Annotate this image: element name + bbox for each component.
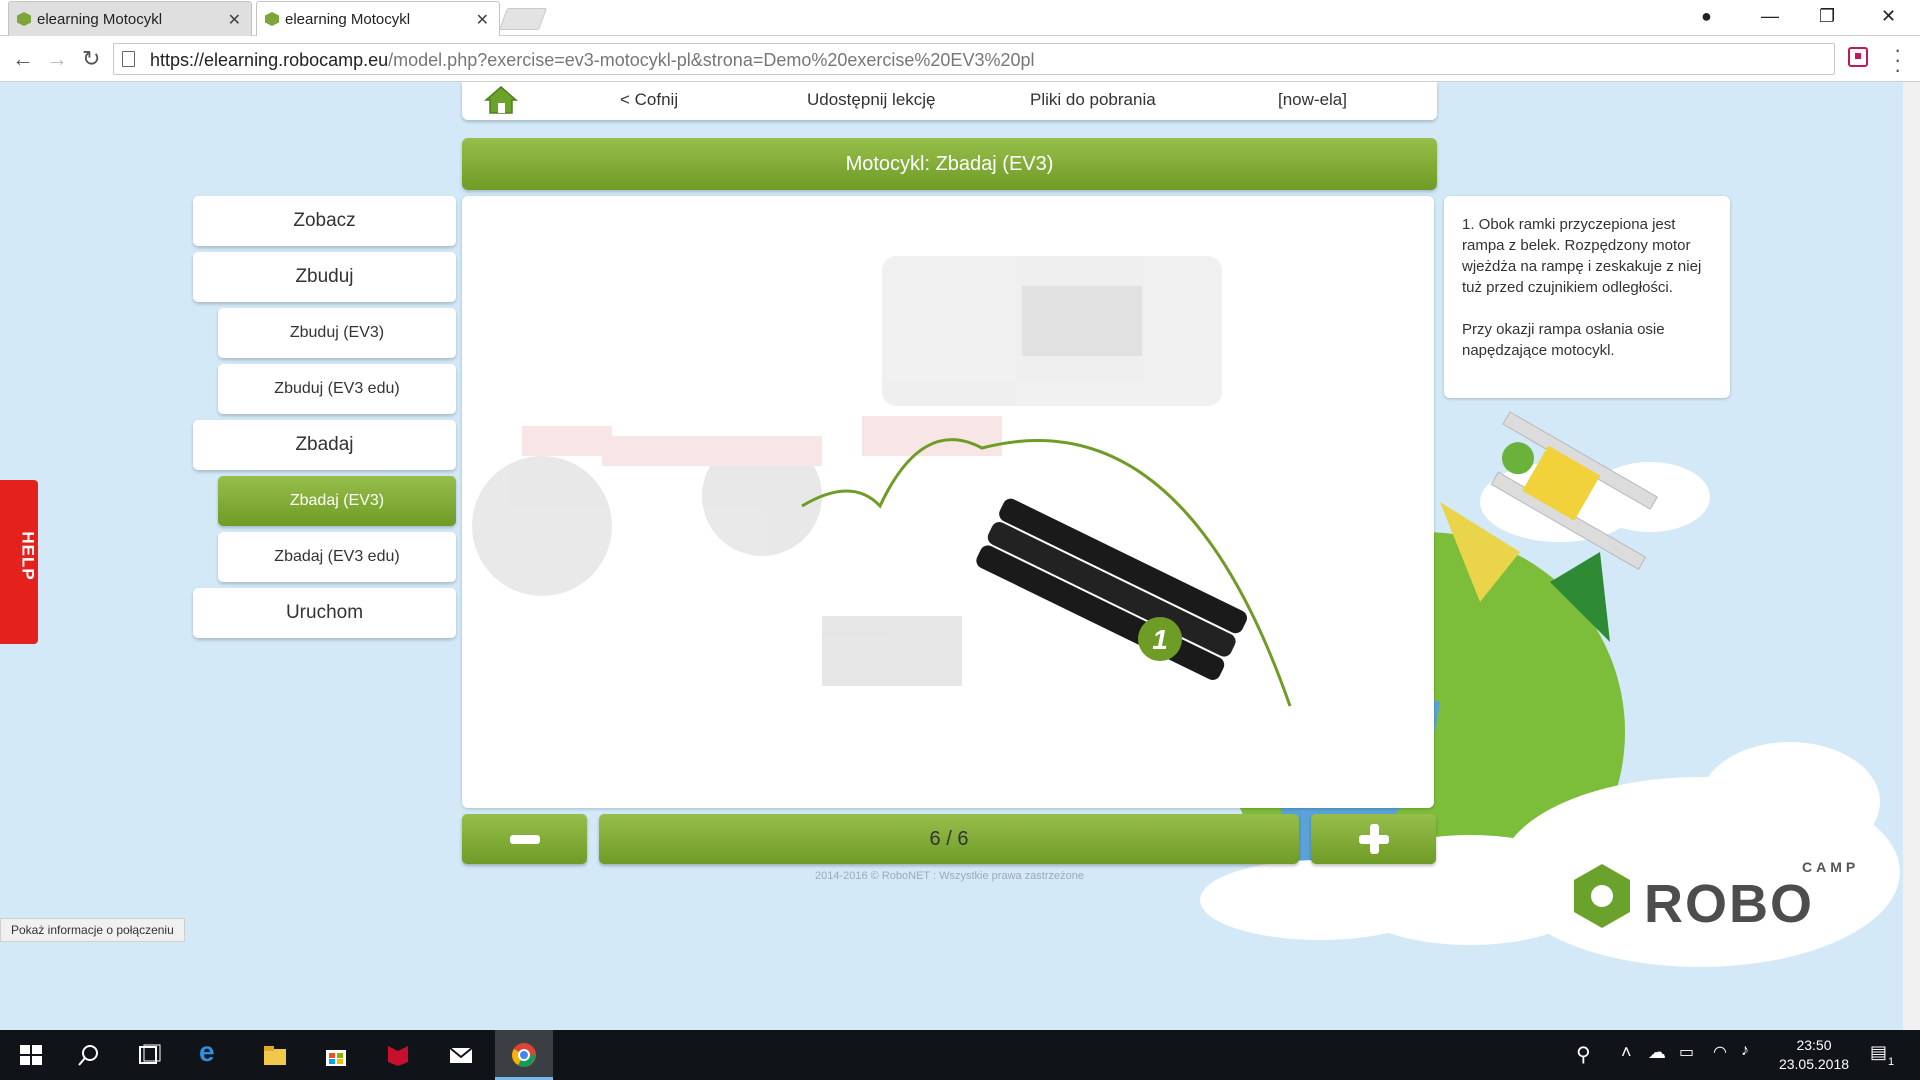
model-viewer[interactable]: 1 bbox=[462, 196, 1434, 808]
minimize-icon[interactable]: — bbox=[1761, 6, 1779, 27]
next-step-button[interactable] bbox=[1311, 814, 1436, 864]
sidebar-item[interactable]: Zbadaj (EV3 edu) bbox=[218, 532, 456, 582]
description-paragraph: 1. Obok ramki przyczepiona jest rampa z … bbox=[1462, 216, 1702, 296]
browser-menu-icon[interactable]: · · · bbox=[1894, 39, 1901, 81]
new-tab-button[interactable] bbox=[498, 8, 548, 30]
restore-icon[interactable]: ❐ bbox=[1819, 6, 1835, 27]
profile-icon[interactable]: ● bbox=[1701, 6, 1712, 27]
sidebar-item[interactable]: Zbadaj bbox=[193, 420, 456, 470]
edge-icon[interactable]: e bbox=[199, 1036, 225, 1067]
sidebar-item[interactable]: Zbuduj (EV3) bbox=[218, 308, 456, 358]
task-view-icon[interactable] bbox=[137, 1042, 163, 1068]
close-window-icon[interactable]: ✕ bbox=[1881, 6, 1896, 27]
forward-arrow-icon[interactable]: → bbox=[46, 46, 68, 72]
battery-icon[interactable]: ▭ bbox=[1679, 1042, 1705, 1068]
logo-camp-text: CAMP bbox=[1802, 859, 1859, 875]
sidebar-item[interactable]: Zobacz bbox=[193, 196, 456, 246]
share-lesson-link[interactable]: Udostępnij lekcję bbox=[807, 90, 936, 110]
robocamp-favicon-icon bbox=[265, 12, 279, 26]
tab-bar: elearning Motocykl ✕ elearning Motocykl … bbox=[0, 0, 1920, 36]
downloads-link[interactable]: Pliki do pobrania bbox=[1030, 90, 1156, 110]
description-paragraph: Przy okazji rampa osłania osie napędzają… bbox=[1462, 321, 1665, 359]
minus-icon bbox=[509, 834, 540, 844]
copyright-text: 2014-2016 © RoboNET : Wszystkie prawa za… bbox=[815, 870, 1084, 882]
callout-number: 1 bbox=[1152, 624, 1168, 655]
search-icon[interactable] bbox=[76, 1042, 102, 1068]
plus-icon bbox=[1358, 824, 1389, 854]
windows-taskbar: e ⚲ ˄ ☁ ▭ ◠ ♪ 23:50 23.05.2018 ▤ 1 bbox=[0, 1030, 1920, 1080]
home-icon[interactable] bbox=[484, 85, 518, 115]
help-label: HELP bbox=[18, 531, 38, 581]
back-link[interactable]: < Cofnij bbox=[620, 90, 678, 110]
system-clock[interactable]: 23:50 23.05.2018 bbox=[1774, 1036, 1854, 1074]
top-navigation: < Cofnij Udostępnij lekcję Pliki do pobr… bbox=[462, 82, 1437, 120]
close-tab-icon[interactable]: ✕ bbox=[476, 10, 489, 30]
step-description: 1. Obok ramki przyczepiona jest rampa z … bbox=[1444, 196, 1730, 398]
robocamp-logo: CAMP ROBO bbox=[1574, 859, 1859, 934]
browser-tab-2[interactable]: elearning Motocykl ✕ bbox=[256, 1, 500, 36]
browser-tab-1[interactable]: elearning Motocykl ✕ bbox=[8, 1, 252, 36]
connection-info-bubble: Pokaż informacje o połączeniu bbox=[0, 918, 185, 942]
sidebar-item[interactable]: Zbuduj bbox=[193, 252, 456, 302]
step-counter: 6 / 6 bbox=[599, 814, 1299, 864]
chevron-up-icon[interactable]: ˄ bbox=[1621, 1042, 1647, 1068]
sidebar-item[interactable]: Zbuduj (EV3 edu) bbox=[218, 364, 456, 414]
people-icon[interactable]: ⚲ bbox=[1576, 1042, 1602, 1068]
address-bar[interactable]: https://elearning.robocamp.eu/model.php?… bbox=[113, 43, 1835, 75]
url-text[interactable]: https://elearning.robocamp.eu/model.php?… bbox=[150, 50, 1035, 71]
clock-date: 23.05.2018 bbox=[1778, 1056, 1850, 1072]
page-info-icon[interactable] bbox=[122, 51, 135, 67]
sidebar-item[interactable]: Zbadaj (EV3) bbox=[218, 476, 456, 526]
tab-title: elearning Motocykl bbox=[37, 10, 163, 28]
wifi-icon[interactable]: ◠ bbox=[1713, 1042, 1739, 1068]
beam-ramp-shape bbox=[976, 498, 1247, 680]
onedrive-icon[interactable]: ☁ bbox=[1648, 1042, 1674, 1068]
mcafee-icon[interactable] bbox=[385, 1042, 411, 1068]
page-title: Motocykl: Zbadaj (EV3) bbox=[462, 138, 1437, 190]
page-scrollbar[interactable] bbox=[1903, 82, 1920, 1030]
store-icon[interactable] bbox=[323, 1042, 349, 1068]
extension-icon[interactable] bbox=[1848, 47, 1868, 67]
user-link[interactable]: [now-ela] bbox=[1278, 90, 1347, 110]
tab-title: elearning Motocykl bbox=[285, 10, 411, 28]
sidebar-item[interactable]: Uruchom bbox=[193, 588, 456, 638]
model-illustration: 1 bbox=[472, 256, 1292, 707]
help-tab[interactable]: HELP bbox=[0, 480, 38, 644]
mail-icon[interactable] bbox=[448, 1042, 474, 1068]
close-tab-icon[interactable]: ✕ bbox=[228, 10, 241, 30]
page-content: < Cofnij Udostępnij lekcję Pliki do pobr… bbox=[0, 82, 1920, 1030]
reload-icon[interactable]: ↻ bbox=[82, 46, 100, 72]
volume-icon[interactable]: ♪ bbox=[1741, 1042, 1767, 1068]
notification-count: 1 bbox=[1888, 1056, 1895, 1068]
file-explorer-icon[interactable] bbox=[262, 1042, 288, 1068]
previous-step-button[interactable] bbox=[462, 814, 587, 864]
robocamp-favicon-icon bbox=[17, 12, 31, 26]
logo-robo-text: ROBO bbox=[1644, 874, 1814, 934]
windows-start-icon[interactable] bbox=[18, 1042, 44, 1068]
chrome-icon[interactable] bbox=[511, 1042, 537, 1068]
browser-toolbar: ← → ↻ https://elearning.robocamp.eu/mode… bbox=[0, 36, 1920, 82]
back-arrow-icon[interactable]: ← bbox=[12, 46, 34, 72]
clock-time: 23:50 bbox=[1796, 1037, 1832, 1053]
